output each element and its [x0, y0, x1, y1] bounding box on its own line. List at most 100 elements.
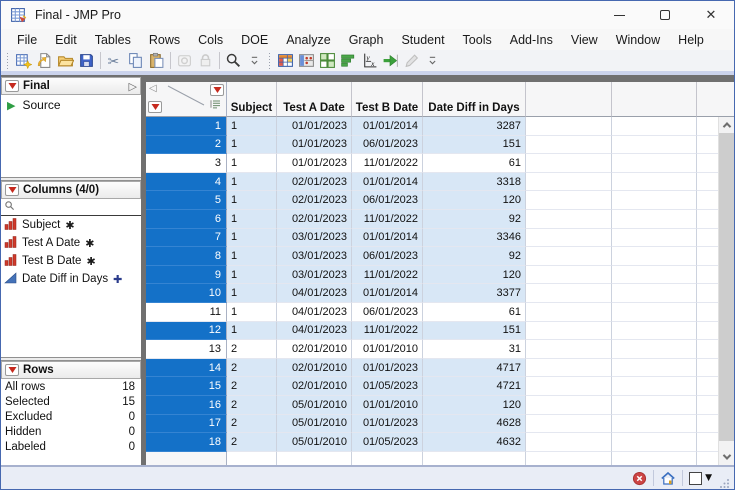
data-cell[interactable]: 1	[227, 172, 277, 192]
empty-cell[interactable]	[526, 191, 612, 210]
data-cell[interactable]: 4632	[423, 433, 526, 452]
data-cell[interactable]: 03/01/2023	[277, 265, 352, 285]
row-number[interactable]: 6	[146, 209, 227, 229]
menu-cols[interactable]: Cols	[189, 31, 232, 49]
data-cell[interactable]: 06/01/2023	[352, 302, 423, 322]
empty-cell[interactable]	[612, 191, 697, 210]
data-cell[interactable]: 1	[227, 284, 277, 303]
data-cell[interactable]: 2	[227, 358, 277, 378]
data-cell[interactable]: 1	[227, 265, 277, 285]
data-cell[interactable]: 01/01/2014	[352, 284, 423, 303]
data-cell[interactable]: 01/01/2023	[277, 154, 352, 173]
new-data-table-icon[interactable]	[13, 51, 34, 71]
row-stat[interactable]: Excluded 0	[1, 409, 141, 424]
row-number[interactable]: 1	[146, 117, 227, 136]
copy-icon[interactable]	[125, 51, 146, 71]
search-icon[interactable]	[223, 51, 244, 71]
menu-view[interactable]: View	[562, 31, 607, 49]
data-cell[interactable]: 11/01/2022	[352, 265, 423, 285]
column-item[interactable]: Test A Date ✱	[1, 234, 141, 252]
empty-cell[interactable]	[612, 135, 697, 155]
data-cell[interactable]: 1	[227, 302, 277, 322]
data-cell[interactable]: 2	[227, 377, 277, 396]
menu-graph[interactable]: Graph	[340, 31, 393, 49]
grid-corner-cell[interactable]: ◁	[146, 82, 227, 117]
empty-cell[interactable]	[526, 209, 612, 229]
empty-cell[interactable]	[526, 247, 612, 266]
menu-window[interactable]: Window	[607, 31, 669, 49]
row-stat[interactable]: Selected 15	[1, 394, 141, 409]
data-cell[interactable]: 03/01/2023	[277, 228, 352, 248]
empty-cell[interactable]	[612, 433, 697, 452]
data-cell[interactable]: 02/01/2023	[277, 172, 352, 192]
table-panel-menu-button[interactable]	[5, 80, 19, 92]
row-number[interactable]: 2	[146, 135, 227, 155]
toolbar-grip[interactable]	[267, 52, 272, 69]
row-number[interactable]: 5	[146, 191, 227, 210]
data-cell[interactable]: 11/01/2022	[352, 321, 423, 341]
empty-cell[interactable]	[612, 154, 697, 173]
data-cell[interactable]: 01/01/2023	[277, 135, 352, 155]
data-cell[interactable]: 03/01/2023	[277, 247, 352, 266]
expand-panel-icon[interactable]: ▷	[129, 80, 137, 93]
empty-cell[interactable]	[612, 209, 697, 229]
empty-column-header[interactable]	[526, 82, 612, 117]
menu-student[interactable]: Student	[392, 31, 453, 49]
distribution-icon[interactable]	[338, 51, 359, 71]
home-window-icon[interactable]	[660, 470, 676, 486]
data-cell[interactable]: 151	[423, 135, 526, 155]
row-number[interactable]: 18	[146, 433, 227, 452]
empty-cell[interactable]	[526, 377, 612, 396]
empty-cell[interactable]	[612, 395, 697, 415]
row-stat[interactable]: Labeled 0	[1, 439, 141, 454]
scroll-up-button[interactable]	[719, 117, 734, 133]
open-folder-icon[interactable]	[55, 51, 76, 71]
column-header[interactable]: Test B Date	[352, 82, 423, 117]
save-icon[interactable]	[76, 51, 97, 71]
minimize-button[interactable]	[596, 1, 642, 29]
rows-panel-menu-button[interactable]	[5, 364, 19, 376]
row-number[interactable]: 11	[146, 302, 227, 322]
column-item[interactable]: Test B Date ✱	[1, 252, 141, 270]
data-cell[interactable]: 1	[227, 228, 277, 248]
menu-file[interactable]: File	[8, 31, 46, 49]
empty-cell[interactable]	[612, 284, 697, 303]
data-cell[interactable]: 04/01/2023	[277, 284, 352, 303]
data-cell[interactable]: 05/01/2010	[277, 395, 352, 415]
column-item[interactable]: Date Diff in Days ✚	[1, 270, 141, 288]
empty-cell[interactable]	[526, 265, 612, 285]
data-cell[interactable]: 3287	[423, 117, 526, 136]
close-button[interactable]: ✕	[688, 1, 734, 29]
empty-cell[interactable]	[612, 377, 697, 396]
empty-cell[interactable]	[612, 321, 697, 341]
data-cell[interactable]: 01/01/2023	[352, 414, 423, 434]
source-item[interactable]: ▶ Source	[1, 95, 141, 112]
overflow-icon[interactable]	[244, 51, 265, 71]
data-cell[interactable]: 06/01/2023	[352, 135, 423, 155]
data-cell[interactable]: 05/01/2010	[277, 433, 352, 452]
data-cell[interactable]: 01/01/2023	[277, 117, 352, 136]
row-number[interactable]: 14	[146, 358, 227, 378]
empty-cell[interactable]	[612, 340, 697, 359]
row-stat[interactable]: All rows 18	[1, 379, 141, 394]
row-number[interactable]: 9	[146, 265, 227, 285]
data-cell[interactable]: 31	[423, 340, 526, 359]
scrollbar-thumb[interactable]	[719, 133, 734, 441]
data-cell[interactable]: 11/01/2022	[352, 209, 423, 229]
link-icon[interactable]	[174, 51, 195, 71]
data-cell[interactable]: 01/01/2014	[352, 172, 423, 192]
data-cell[interactable]: 92	[423, 247, 526, 266]
data-cell[interactable]: 1	[227, 191, 277, 210]
error-status-icon[interactable]	[632, 471, 647, 486]
collapse-panel-icon[interactable]: ◁	[149, 83, 157, 94]
data-cell[interactable]: 01/01/2023	[352, 358, 423, 378]
columns-menu-button[interactable]	[210, 84, 224, 96]
data-cell[interactable]: 4721	[423, 377, 526, 396]
empty-cell[interactable]	[526, 433, 612, 452]
maximize-button[interactable]	[642, 1, 688, 29]
row-number[interactable]: 7	[146, 228, 227, 248]
data-cell[interactable]: 3377	[423, 284, 526, 303]
data-cell[interactable]: 06/01/2023	[352, 191, 423, 210]
tile-windows-icon[interactable]	[317, 51, 338, 71]
column-header[interactable]: Test A Date	[277, 82, 352, 117]
